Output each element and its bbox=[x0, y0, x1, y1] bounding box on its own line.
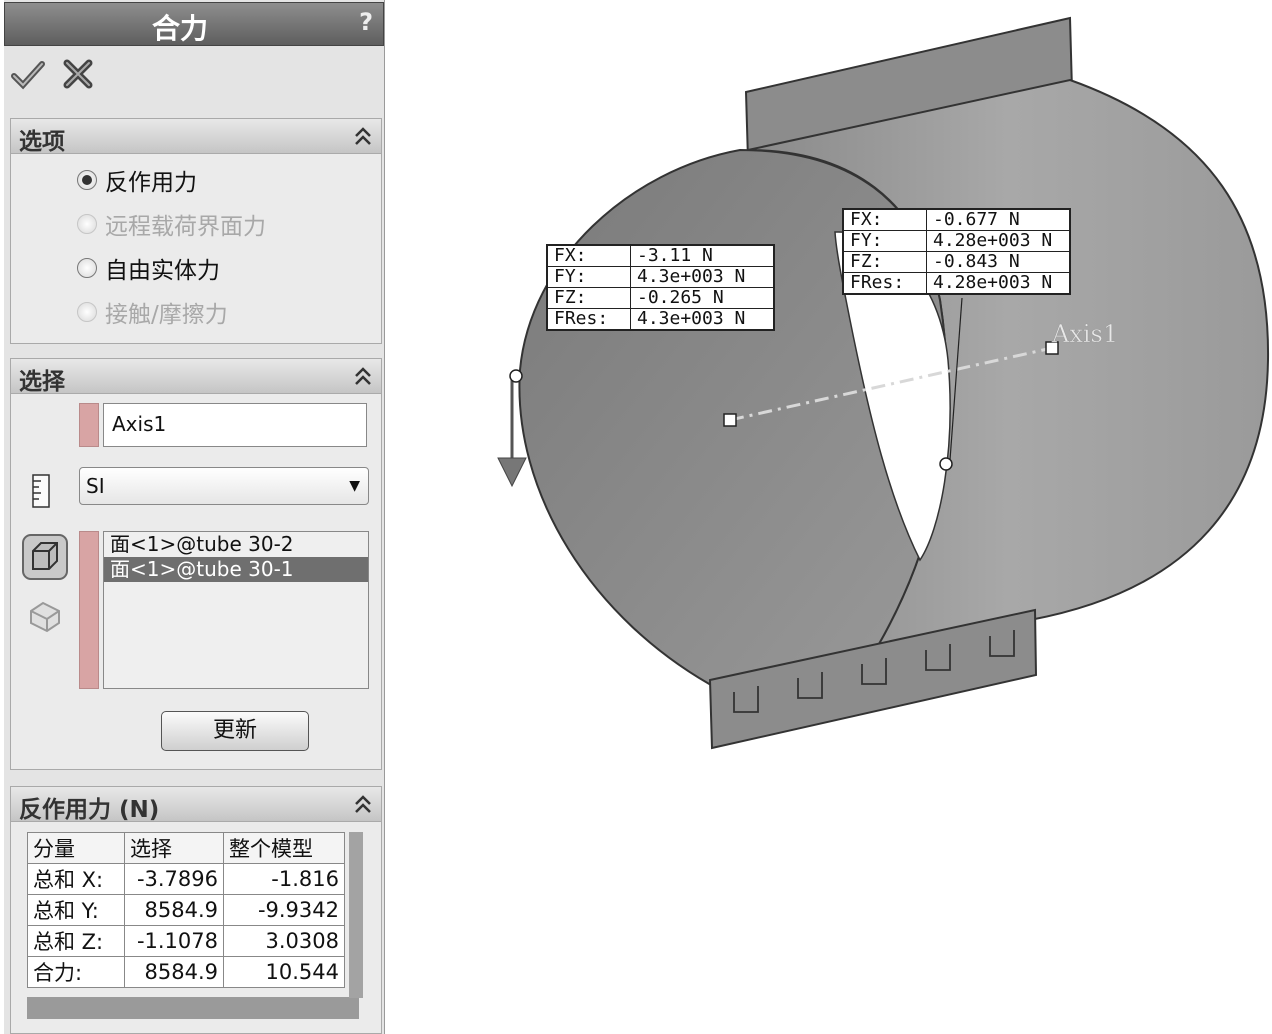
row-label: 总和 Y: bbox=[27, 894, 125, 926]
callout-value: 4.28e+003 N bbox=[926, 230, 1070, 252]
radio-button[interactable] bbox=[77, 258, 97, 278]
reaction-force-callout-left[interactable]: FX: -3.11 N FY: 4.3e+003 N FZ: -0.265 N FRe… bbox=[546, 244, 775, 331]
row-label: 总和 X: bbox=[27, 863, 125, 895]
radio-remote-load-interface-force: 远程载荷界面力 bbox=[77, 207, 266, 241]
cell-whole-model: 10.544 bbox=[223, 956, 345, 988]
faces-selection-list[interactable]: 面<1>@tube 30-2 面<1>@tube 30-1 bbox=[103, 531, 369, 689]
cell-selection: 8584.9 bbox=[124, 894, 224, 926]
faces-selection-color-bar bbox=[79, 531, 99, 689]
callout-key: FRes: bbox=[843, 272, 927, 294]
table-vertical-scrollbar[interactable] bbox=[349, 832, 363, 998]
row-label: 总和 Z: bbox=[27, 925, 125, 957]
radio-free-body-force[interactable]: 自由实体力 bbox=[77, 251, 220, 285]
cancel-x-icon[interactable] bbox=[60, 56, 96, 92]
options-header[interactable]: 选项 bbox=[11, 119, 381, 155]
options-section: 选项 反作用力 远程载荷界面力 自由实体力 接触/摩擦力 bbox=[10, 118, 382, 344]
ruler-units-icon bbox=[32, 474, 50, 508]
list-item[interactable]: 面<1>@tube 30-2 bbox=[104, 532, 368, 557]
collapse-chevron-icon[interactable] bbox=[353, 793, 373, 815]
reaction-force-section: 反作用力 (N) 分量 选择 整个模型 总和 X: -3.7896 -1.816… bbox=[10, 786, 382, 1034]
callout-key: FZ: bbox=[843, 251, 927, 273]
solid-body-filter-icon[interactable] bbox=[27, 597, 63, 637]
cell-whole-model: -9.9342 bbox=[223, 894, 345, 926]
cell-selection: 8584.9 bbox=[124, 956, 224, 988]
table-row: 总和 X: -3.7896 -1.816 bbox=[27, 863, 345, 895]
axis-selection-color-bar bbox=[79, 403, 99, 447]
reaction-force-callout-right[interactable]: FX: -0.677 N FY: 4.28e+003 N FZ: -0.843 N F… bbox=[842, 208, 1071, 295]
reaction-force-table: 分量 选择 整个模型 总和 X: -3.7896 -1.816 总和 Y: 85… bbox=[27, 832, 345, 988]
ok-checkmark-icon[interactable] bbox=[10, 56, 46, 92]
help-icon[interactable]: ? bbox=[359, 8, 373, 36]
radio-button-disabled bbox=[77, 302, 97, 322]
column-header: 整个模型 bbox=[223, 832, 345, 864]
graphics-viewport[interactable]: Axis1 bbox=[470, 0, 1272, 760]
radio-label: 自由实体力 bbox=[105, 258, 220, 284]
table-horizontal-scrollbar[interactable] bbox=[27, 997, 359, 1019]
selection-section: 选择 Axis1 SI ▼ 面<1>@tube 30-2 面<1>@tube 3… bbox=[10, 358, 382, 770]
callout-key: FX: bbox=[843, 209, 927, 231]
callout-key: FZ: bbox=[547, 287, 631, 309]
panel-title: 合力 bbox=[151, 12, 208, 45]
table-row: 总和 Y: 8584.9 -9.9342 bbox=[27, 894, 345, 926]
row-label: 合力: bbox=[27, 956, 125, 988]
radio-label: 接触/摩擦力 bbox=[105, 302, 228, 328]
list-item-selected[interactable]: 面<1>@tube 30-1 bbox=[104, 557, 368, 582]
axis-label: Axis1 bbox=[1051, 320, 1118, 348]
options-title: 选项 bbox=[19, 129, 65, 155]
column-header: 选择 bbox=[124, 832, 224, 864]
update-button[interactable]: 更新 bbox=[161, 711, 309, 751]
callout-value: 4.3e+003 N bbox=[630, 266, 774, 288]
cell-selection: -3.7896 bbox=[124, 863, 224, 895]
radio-label: 反作用力 bbox=[105, 170, 197, 196]
callout-value: -3.11 N bbox=[630, 245, 774, 267]
radio-reaction-force[interactable]: 反作用力 bbox=[77, 163, 197, 197]
callout-key: FX: bbox=[547, 245, 631, 267]
dropdown-arrow-icon[interactable]: ▼ bbox=[349, 478, 360, 494]
callout-value: 4.3e+003 N bbox=[630, 308, 774, 330]
units-selected-value: SI bbox=[86, 474, 105, 498]
callout-key: FRes: bbox=[547, 308, 631, 330]
callout-key: FY: bbox=[547, 266, 631, 288]
axis-endpoint-marker[interactable] bbox=[723, 413, 737, 427]
radio-label: 远程载荷界面力 bbox=[105, 214, 266, 240]
cell-whole-model: -1.816 bbox=[223, 863, 345, 895]
cell-whole-model: 3.0308 bbox=[223, 925, 345, 957]
property-manager-panel: 合力 ? 选项 反作用力 远程载荷界面力 自由实体力 接触/摩擦力 选择 Axi… bbox=[4, 0, 385, 1034]
collapse-chevron-icon[interactable] bbox=[353, 365, 373, 387]
callout-value: -0.677 N bbox=[926, 209, 1070, 231]
callout-value: -0.265 N bbox=[630, 287, 774, 309]
radio-contact-friction-force: 接触/摩擦力 bbox=[77, 295, 228, 329]
collapse-chevron-icon[interactable] bbox=[353, 125, 373, 147]
radio-button-checked[interactable] bbox=[77, 170, 97, 190]
selection-title: 选择 bbox=[19, 369, 65, 395]
face-filter-icon[interactable] bbox=[21, 533, 69, 581]
column-header: 分量 bbox=[27, 832, 125, 864]
cell-selection: -1.1078 bbox=[124, 925, 224, 957]
axis-input[interactable]: Axis1 bbox=[103, 403, 367, 447]
units-dropdown[interactable]: SI ▼ bbox=[79, 467, 369, 505]
table-header-row: 分量 选择 整个模型 bbox=[27, 832, 345, 864]
callout-key: FY: bbox=[843, 230, 927, 252]
title-bar: 合力 ? bbox=[4, 2, 384, 46]
table-row: 总和 Z: -1.1078 3.0308 bbox=[27, 925, 345, 957]
callout-value: 4.28e+003 N bbox=[926, 272, 1070, 294]
tube-model-render[interactable]: Axis1 bbox=[470, 0, 1272, 760]
force-origin-marker[interactable] bbox=[509, 369, 523, 383]
reaction-force-header[interactable]: 反作用力 (N) bbox=[11, 787, 381, 823]
radio-button-disabled bbox=[77, 214, 97, 234]
callout-value: -0.843 N bbox=[926, 251, 1070, 273]
force-arrow-head-icon bbox=[497, 457, 527, 488]
table-row: 合力: 8584.9 10.544 bbox=[27, 956, 345, 988]
reaction-force-title: 反作用力 (N) bbox=[19, 797, 160, 823]
selection-header[interactable]: 选择 bbox=[11, 359, 381, 395]
